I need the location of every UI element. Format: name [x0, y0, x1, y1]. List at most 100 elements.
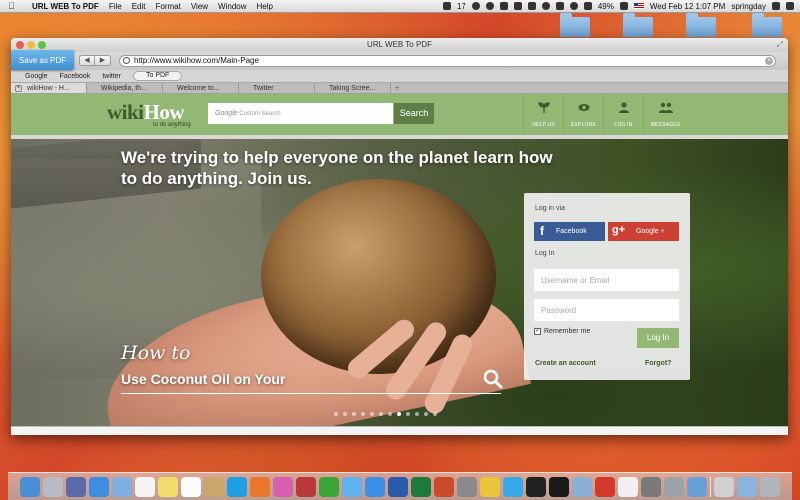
slide-dot[interactable]: [433, 412, 437, 416]
to-pdf-button[interactable]: To PDF: [133, 71, 183, 81]
finder-icon[interactable]: [20, 476, 40, 497]
terminal-icon[interactable]: [549, 476, 569, 497]
tab-welcome[interactable]: Welcome to...: [163, 83, 239, 93]
folder-icon[interactable]: [737, 476, 757, 497]
nav-help-us[interactable]: HELP US: [523, 94, 563, 135]
app-store-icon[interactable]: [365, 476, 385, 497]
pdf-icon[interactable]: [595, 476, 615, 497]
battery-icon[interactable]: [619, 2, 628, 10]
apple-icon[interactable]: : [8, 1, 20, 11]
close-tab-icon[interactable]: ×: [15, 85, 22, 92]
slide-dot[interactable]: [397, 412, 401, 416]
slide-dot[interactable]: [379, 412, 383, 416]
google-login-button[interactable]: g+ Google +: [608, 222, 679, 241]
chrome-icon[interactable]: [480, 476, 500, 497]
remember-checkbox[interactable]: ✓: [534, 328, 541, 335]
textedit-icon[interactable]: [618, 476, 638, 497]
bookmark-twitter[interactable]: twitter: [102, 73, 121, 80]
tab-wikihow[interactable]: × wikiHow - H...: [11, 83, 87, 93]
search-icon[interactable]: [483, 369, 503, 389]
evernote-icon[interactable]: [471, 2, 480, 10]
nav-explore[interactable]: EXPLORE: [563, 94, 603, 135]
create-account-link[interactable]: Create an account: [535, 360, 596, 367]
activity-icon[interactable]: [641, 476, 661, 497]
tab-wikipedia[interactable]: Wikipedia, th...: [87, 83, 163, 93]
spotlight-icon[interactable]: [772, 2, 780, 10]
desktop-folder-icon[interactable]: [686, 13, 716, 37]
menu-file[interactable]: File: [109, 2, 122, 11]
url-bar[interactable]: http://www.wikihow.com/Main-Page ×: [119, 55, 776, 67]
back-button[interactable]: ◀: [79, 55, 95, 66]
battery-percent[interactable]: 49%: [598, 2, 614, 11]
wikihow-logo[interactable]: wikiHow to do anything: [107, 100, 191, 128]
menu-format[interactable]: Format: [156, 2, 181, 11]
mission-control-icon[interactable]: [66, 476, 86, 497]
close-window-button[interactable]: [16, 41, 24, 49]
documents-icon[interactable]: [714, 476, 734, 497]
tab-twitter[interactable]: Twitter: [239, 83, 315, 93]
skype-icon[interactable]: [227, 476, 247, 497]
volume-icon[interactable]: [583, 2, 592, 10]
menu-window[interactable]: Window: [218, 2, 246, 11]
notes-icon[interactable]: [158, 476, 178, 497]
minimize-window-button[interactable]: [27, 41, 35, 49]
tab-taking-screenshot[interactable]: Taking Scree...: [315, 83, 391, 93]
menu-view[interactable]: View: [191, 2, 208, 11]
slide-dot[interactable]: [370, 412, 374, 416]
clock[interactable]: Wed Feb 12 1:07 PM: [650, 2, 725, 11]
desktop-folder-icon[interactable]: [752, 13, 782, 37]
qq-tray-icon[interactable]: [485, 2, 494, 10]
desktop-folder-icon[interactable]: [560, 13, 590, 37]
qq-icon[interactable]: [526, 476, 546, 497]
code-icon[interactable]: [527, 2, 536, 10]
calendar-icon[interactable]: [135, 476, 155, 497]
site-search-input[interactable]: Google Custom Search: [208, 103, 393, 124]
zoom-window-button[interactable]: [38, 41, 46, 49]
preview-icon[interactable]: [572, 476, 592, 497]
slide-dot[interactable]: [424, 412, 428, 416]
title-bar[interactable]: URL WEB To PDF ⤢: [11, 38, 788, 52]
photo-booth-icon[interactable]: [296, 476, 316, 497]
howto-title[interactable]: Use Coconut Oil on Your: [121, 371, 285, 387]
facebook-login-button[interactable]: f Facebook: [534, 222, 605, 241]
trash-icon[interactable]: [760, 476, 780, 497]
system-prefs-icon[interactable]: [457, 476, 477, 497]
wifi-icon[interactable]: [569, 2, 578, 10]
us-flag-icon[interactable]: [633, 3, 644, 9]
bluetooth-icon[interactable]: [555, 2, 564, 10]
forgot-link[interactable]: Forgot?: [645, 360, 671, 367]
word-icon[interactable]: [388, 476, 408, 497]
badge-count[interactable]: 17: [457, 2, 466, 11]
contacts-icon[interactable]: [204, 476, 224, 497]
slide-dot[interactable]: [415, 412, 419, 416]
sync-icon[interactable]: [541, 2, 550, 10]
mail-icon[interactable]: [112, 476, 132, 497]
site-search-button[interactable]: Search: [394, 103, 434, 124]
slide-dot[interactable]: [361, 412, 365, 416]
password-input[interactable]: [534, 299, 679, 321]
user-name[interactable]: springday: [731, 2, 766, 11]
hd-icon[interactable]: [664, 476, 684, 497]
nav-messages[interactable]: MESSAGES: [643, 94, 687, 135]
screen-icon[interactable]: [513, 2, 522, 10]
username-input[interactable]: [534, 269, 679, 291]
menu-edit[interactable]: Edit: [132, 2, 146, 11]
time-machine-icon[interactable]: [499, 2, 508, 10]
facetime-icon[interactable]: [319, 476, 339, 497]
firefox-icon[interactable]: [250, 476, 270, 497]
menu-app-name[interactable]: URL WEB To PDF: [32, 2, 99, 11]
remember-me[interactable]: ✓ Remember me: [534, 328, 590, 335]
slide-dot[interactable]: [334, 412, 338, 416]
slide-dot[interactable]: [352, 412, 356, 416]
menu-help[interactable]: Help: [257, 2, 273, 11]
messages-icon[interactable]: [342, 476, 362, 497]
itunes-icon[interactable]: [273, 476, 293, 497]
forward-button[interactable]: ▶: [95, 55, 111, 66]
bookmark-facebook[interactable]: Facebook: [60, 73, 91, 80]
notification-center-icon[interactable]: [786, 2, 794, 10]
slide-dot[interactable]: [406, 412, 410, 416]
reminders-icon[interactable]: [181, 476, 201, 497]
log-in-button[interactable]: Log In: [637, 328, 679, 348]
launchpad-icon[interactable]: [43, 476, 63, 497]
safari-icon[interactable]: [89, 476, 109, 497]
